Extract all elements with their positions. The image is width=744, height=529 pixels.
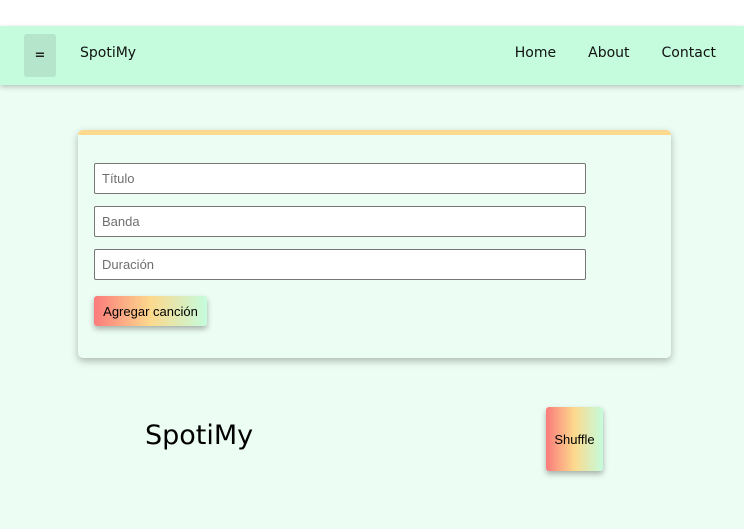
banda-input[interactable] [94, 206, 586, 237]
add-song-form-card: Agregar canción [78, 130, 671, 358]
navbar-brand[interactable]: SpotiMy [80, 45, 136, 61]
nav-link-home[interactable]: Home [515, 45, 556, 61]
add-song-button[interactable]: Agregar canción [94, 296, 207, 326]
player-title: SpotiMy [145, 420, 254, 451]
navbar: = SpotiMy Home About Contact [0, 26, 744, 85]
shuffle-button[interactable]: Shuffle [546, 407, 603, 471]
duracion-input[interactable] [94, 249, 586, 280]
menu-toggle-button[interactable]: = [24, 34, 56, 77]
nav-link-contact[interactable]: Contact [662, 45, 716, 61]
nav-link-about[interactable]: About [588, 45, 629, 61]
top-spacer [0, 0, 744, 26]
titulo-input[interactable] [94, 163, 586, 194]
nav-links: Home About Contact [515, 45, 716, 61]
